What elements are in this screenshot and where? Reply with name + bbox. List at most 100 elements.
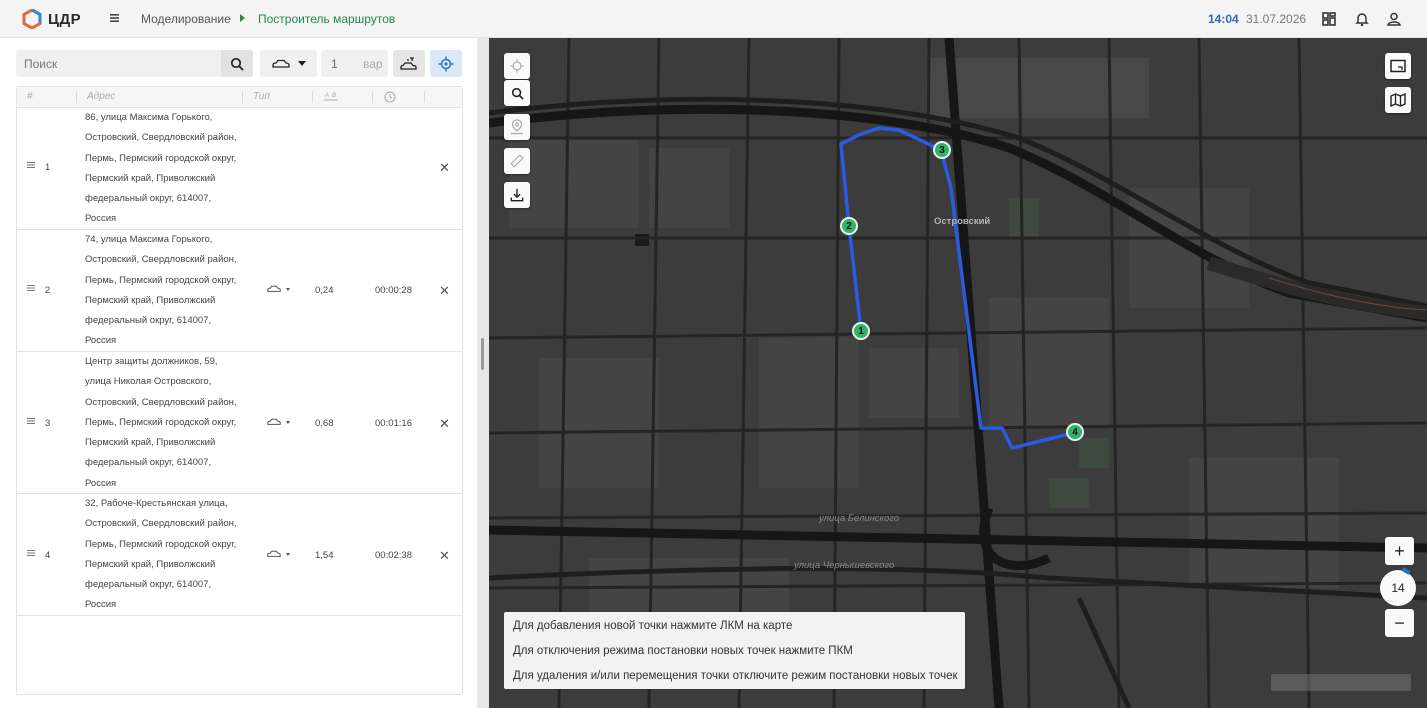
map-label-street: улица Белинского [819, 513, 900, 524]
header-num: # [27, 91, 33, 102]
address-line: Пермь, Пермский городской округ, [85, 416, 237, 428]
drag-handle-icon[interactable] [27, 417, 35, 428]
header-separator [424, 91, 425, 103]
row-vehicle-select[interactable] [267, 285, 290, 293]
locate-button[interactable] [430, 50, 462, 77]
search-icon [230, 57, 244, 71]
delete-row-button[interactable]: ✕ [439, 416, 450, 432]
address-line: федеральный округ, 614007, [85, 457, 212, 469]
locate-tool-button[interactable] [504, 53, 530, 79]
row-distance: 0,68 [315, 418, 334, 429]
row-vehicle-select[interactable] [267, 418, 290, 426]
crosshair-icon [510, 59, 524, 73]
address-line: Россия [85, 213, 117, 225]
ruler-tool-button[interactable] [504, 148, 530, 174]
hint-box: Для добавления новой точки нажмите ЛКМ н… [504, 612, 965, 689]
add-point-tool-button[interactable] [504, 114, 530, 140]
breadcrumb-modeling[interactable]: Моделирование [141, 12, 231, 26]
row-duration: 00:01:16 [375, 418, 412, 429]
logo-icon [22, 9, 42, 29]
row-number: 3 [45, 418, 51, 429]
map-icon [1390, 93, 1406, 107]
delete-row-button[interactable]: ✕ [439, 283, 450, 299]
row-number: 4 [45, 550, 51, 561]
address-line: Пермь, Пермский городской округ, [85, 152, 237, 164]
table-row[interactable]: 2 74, улица Максима Горького, Островский… [17, 230, 462, 352]
route-point-4[interactable]: 4 [1066, 423, 1084, 441]
car-icon [267, 418, 281, 425]
table-row[interactable]: 3 Центр защиты должников, 59, улица Нико… [17, 352, 462, 494]
search-input[interactable] [16, 50, 216, 77]
map-layers-button[interactable] [1385, 87, 1411, 113]
search-button[interactable] [221, 50, 253, 77]
route-car-icon [400, 56, 417, 70]
hint-line: Для удаления и/или перемещения точки отк… [513, 670, 958, 682]
variants-field[interactable]: 1 вар [321, 50, 388, 77]
car-icon [267, 285, 281, 292]
delete-row-button[interactable]: ✕ [439, 548, 450, 564]
search-box [16, 50, 253, 77]
car-icon [267, 550, 281, 557]
panel-splitter[interactable] [477, 38, 489, 708]
route-point-1[interactable]: 1 [852, 322, 870, 340]
address-line: улица Николая Островского, [85, 376, 212, 388]
fullscreen-button[interactable] [1385, 53, 1411, 79]
table-row[interactable]: 1 86, улица Максима Горького, Островский… [17, 108, 462, 230]
breadcrumb-separator-icon [240, 14, 245, 22]
row-address: Центр защиты должников, 59, улица Никола… [85, 352, 245, 494]
download-button[interactable] [504, 182, 530, 208]
drag-handle-icon[interactable] [27, 161, 35, 172]
address-line: Пермский край, Приволжский [85, 172, 216, 184]
delete-row-button[interactable]: ✕ [439, 160, 450, 176]
bell-icon[interactable] [1354, 11, 1370, 27]
address-line: Россия [85, 477, 117, 489]
map-label-district: Островский [934, 216, 991, 227]
drag-handle-icon[interactable] [27, 284, 35, 295]
address-line: 86, улица Максима Горького, [85, 112, 213, 123]
ruler-icon [510, 154, 524, 168]
row-distance: 1,54 [315, 550, 334, 561]
vehicle-select[interactable] [260, 50, 317, 77]
map-label-street: улица Чернышевского [794, 560, 895, 571]
row-duration: 00:02:38 [375, 550, 412, 561]
logo-text: ЦДР [48, 10, 82, 28]
splitter-grip[interactable] [481, 338, 484, 370]
address-line: федеральный округ, 614007, [85, 579, 212, 591]
header-separator [312, 91, 313, 103]
distance-icon: A B [324, 93, 338, 101]
header-separator [372, 91, 373, 103]
chevron-down-icon [286, 287, 290, 291]
row-vehicle-select[interactable] [267, 550, 290, 558]
map-search-button[interactable] [504, 80, 530, 106]
drag-handle-icon[interactable] [27, 549, 35, 560]
map-base [489, 38, 1427, 708]
user-icon[interactable] [1386, 11, 1402, 27]
dashboard-icon[interactable] [1321, 11, 1337, 27]
address-line: федеральный округ, 614007, [85, 193, 212, 205]
current-time: 14:04 [1208, 12, 1239, 26]
zoom-out-button[interactable]: − [1385, 609, 1414, 637]
map-pin-icon [511, 119, 523, 135]
route-point-2[interactable]: 2 [840, 217, 858, 235]
svg-text:B: B [332, 93, 336, 99]
header-address: Адрес [87, 91, 116, 102]
address-line: Островский, Свердловский район, [85, 132, 237, 144]
logo[interactable]: ЦДР [22, 9, 81, 29]
route-settings-button[interactable] [393, 50, 425, 77]
chevron-down-icon [286, 552, 290, 556]
table-row[interactable]: 4 32, Рабоче-Крестьянская улица, Островс… [17, 494, 462, 616]
address-line: Пермь, Пермский городской округ, [85, 538, 237, 550]
breadcrumb-route-builder: Построитель маршрутов [258, 12, 396, 26]
address-line: Островский, Свердловский район, [85, 254, 237, 266]
route-point-3[interactable]: 3 [933, 141, 951, 159]
hint-line: Для добавления новой точки нажмите ЛКМ н… [513, 620, 793, 632]
hint-line: Для отключения режима постановки новых т… [513, 645, 853, 657]
zoom-in-button[interactable]: + [1385, 537, 1414, 565]
menu-icon[interactable] [108, 11, 122, 25]
crosshair-icon [438, 56, 454, 71]
address-line: 74, улица Максима Горького, [85, 234, 213, 245]
top-bar: ЦДР Моделирование Построитель маршрутов … [0, 0, 1427, 38]
clock-icon [384, 91, 396, 103]
search-icon [511, 87, 524, 100]
map-view[interactable]: Островский улица Белинского улица Черныш… [489, 38, 1427, 708]
